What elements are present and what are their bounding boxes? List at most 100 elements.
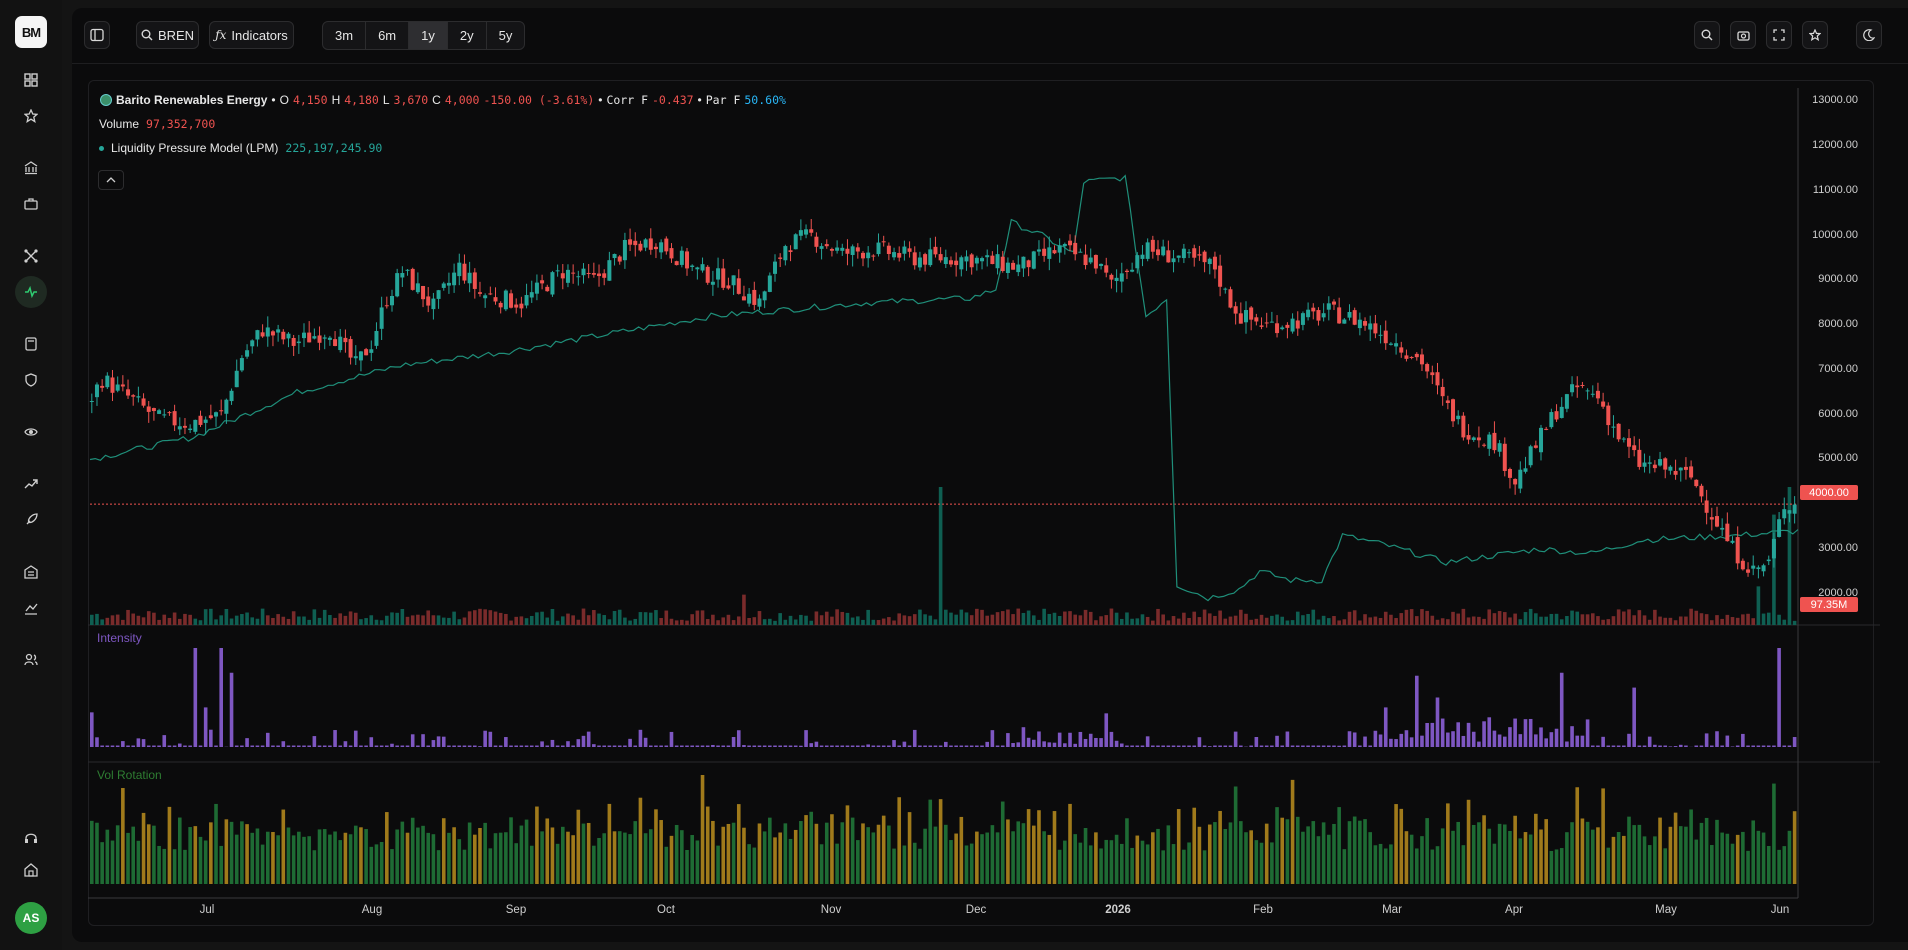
intensity-bar: [322, 745, 327, 747]
candle-body: [560, 273, 565, 279]
intensity-bar: [1119, 743, 1124, 747]
volume-bar: [954, 614, 958, 625]
candle-body: [721, 268, 726, 288]
candle-body: [379, 307, 384, 329]
intensity-bar: [535, 745, 539, 747]
rotation-bar: [483, 822, 487, 884]
rotation-bar: [1275, 807, 1279, 884]
rotation-bar: [1068, 803, 1072, 884]
volume-bar: [1363, 614, 1367, 625]
rotation-bar: [1301, 831, 1305, 884]
volume-bar: [436, 615, 441, 625]
rotation-bar: [1156, 828, 1160, 884]
intensity-bar: [736, 730, 741, 747]
candle-body: [1000, 256, 1005, 271]
intensity-bar: [830, 745, 834, 747]
candle-body: [1704, 500, 1709, 513]
candle-body: [653, 246, 658, 250]
volume-bar: [260, 608, 265, 625]
candle-body: [1352, 310, 1357, 325]
intensity-bar: [1668, 746, 1673, 747]
candle-body: [964, 256, 969, 262]
volume-bar: [1735, 617, 1740, 625]
intensity-bar: [1461, 735, 1466, 747]
candle-body: [1430, 372, 1435, 376]
intensity-bar: [255, 745, 260, 747]
rotation-bar: [1544, 819, 1548, 884]
candle-body: [281, 331, 286, 340]
rotation-bar: [374, 844, 379, 884]
candle-body: [674, 261, 679, 266]
rotation-bar: [1704, 817, 1709, 884]
candle-body: [1331, 301, 1336, 305]
volume-bar: [555, 620, 560, 625]
intensity-bar: [219, 648, 223, 747]
volume-bar: [302, 616, 306, 625]
intensity-bar: [757, 745, 762, 747]
intensity-bar: [1772, 745, 1776, 747]
rotation-bar: [1420, 836, 1424, 884]
intensity-bar: [1068, 732, 1072, 747]
intensity-bar: [1373, 730, 1378, 747]
volume-bar: [519, 616, 524, 625]
rotation-bar: [571, 835, 575, 884]
rotation-bar: [297, 831, 301, 884]
rotation-bar: [1611, 836, 1616, 884]
intensity-bar: [328, 745, 332, 747]
rotation-bar: [1099, 848, 1103, 884]
time-axis-tick: Aug: [361, 904, 383, 916]
rotation-bar: [410, 817, 415, 884]
candle-body: [208, 415, 213, 419]
rotation-bar: [234, 834, 239, 884]
intensity-bar: [1006, 733, 1010, 747]
volume-bar: [535, 612, 539, 625]
candle-body: [229, 390, 234, 402]
volume-bar: [1471, 616, 1476, 625]
rotation-bar: [1290, 779, 1295, 884]
volume-bar: [276, 614, 280, 625]
candle-body: [1507, 468, 1512, 478]
intensity-bar: [198, 745, 203, 747]
candle-body: [1171, 258, 1176, 263]
intensity-bar: [188, 745, 192, 747]
candle-body: [876, 242, 881, 255]
rotation-bar: [1735, 834, 1740, 884]
rotation-bar: [462, 849, 467, 884]
rotation-bar: [193, 826, 198, 884]
intensity-bar: [529, 745, 534, 747]
rotation-bar: [281, 809, 286, 884]
intensity-bar: [1332, 745, 1336, 747]
rotation-bar: [711, 820, 715, 884]
open-value: 4,150: [292, 93, 328, 107]
intensity-bar: [172, 745, 177, 747]
collapse-legend-button[interactable]: [98, 170, 124, 190]
rotation-bar: [1446, 803, 1450, 884]
candle-body: [710, 281, 715, 285]
volume-bar: [1078, 615, 1083, 625]
candle-body: [628, 239, 633, 245]
intensity-bar: [1678, 744, 1683, 747]
intensity-bar: [1109, 731, 1114, 747]
volume-bar: [1119, 618, 1124, 625]
rotation-bar: [421, 825, 425, 884]
candle-body: [638, 243, 643, 251]
intensity-bar: [276, 745, 280, 747]
candle-body: [358, 351, 363, 361]
volume-bar: [245, 612, 249, 625]
intensity-bar: [566, 741, 570, 747]
rotation-bar: [141, 812, 146, 884]
volume-bar: [307, 619, 311, 625]
rotation-bar: [612, 831, 617, 884]
intensity-bar: [1099, 738, 1103, 747]
intensity-bar: [902, 741, 907, 747]
rotation-bar: [457, 839, 462, 884]
candle-body: [255, 330, 260, 340]
intensity-bar: [1466, 722, 1471, 747]
volume-bar: [400, 608, 405, 625]
time-axis-tick: 2026: [1105, 904, 1131, 916]
lpm-legend[interactable]: Liquidity Pressure Model (LPM) 225,197,2…: [99, 141, 382, 155]
candle-body: [431, 298, 436, 310]
volume-bar: [944, 609, 948, 625]
candle-body: [1404, 355, 1409, 359]
candle-body: [886, 245, 891, 255]
